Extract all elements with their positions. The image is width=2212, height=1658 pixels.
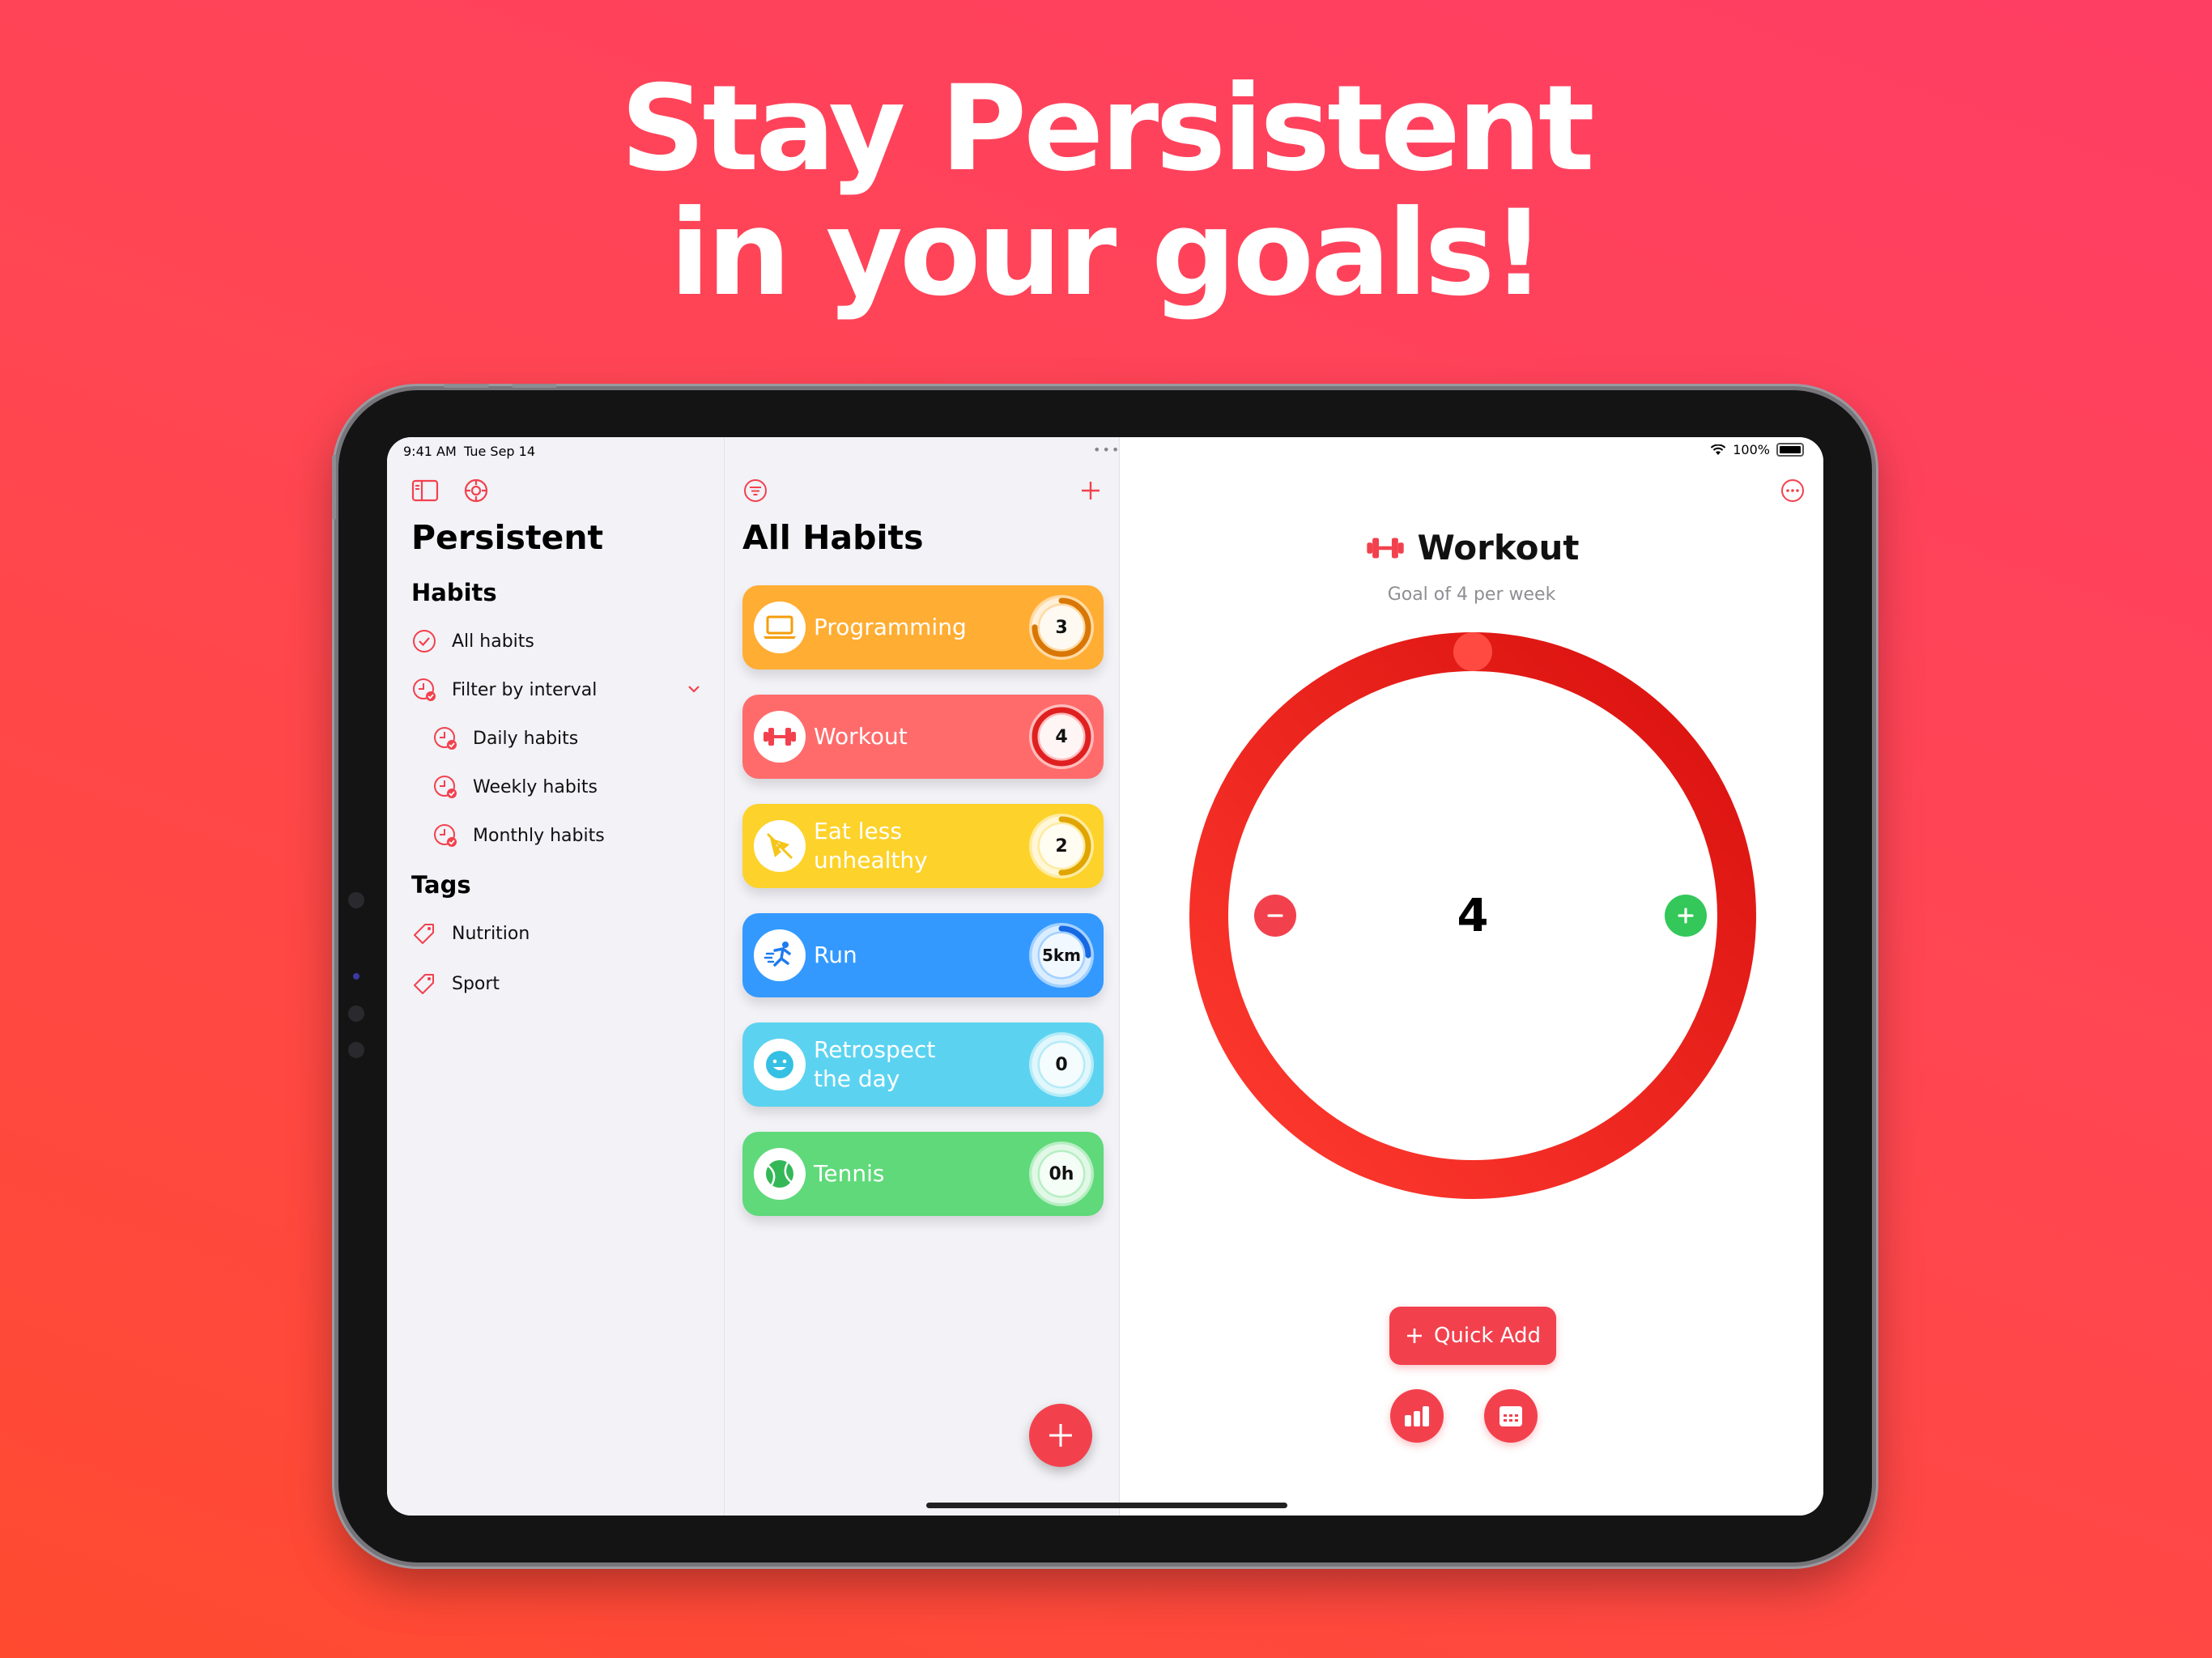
smiley-icon	[754, 1039, 806, 1090]
status-right: 100%	[1710, 442, 1804, 457]
volume-button	[512, 384, 557, 388]
habit-count: 2	[1055, 835, 1068, 857]
status-time: 9:41 AM	[403, 444, 457, 459]
headline: Stay Persistent in your goals!	[0, 66, 2212, 316]
headline-line-2: in your goals!	[670, 185, 1546, 322]
add-habit-icon[interactable]	[1076, 476, 1105, 505]
quick-add-label: Quick Add	[1433, 1324, 1542, 1348]
power-button	[332, 455, 336, 520]
camera-dot	[348, 1005, 364, 1022]
sidebar-tag-label: Sport	[452, 973, 500, 994]
minus-icon	[1267, 914, 1283, 917]
tennis-ball-icon	[754, 1148, 806, 1200]
sidebar-item-label: Daily habits	[473, 728, 579, 749]
calendar-button[interactable]	[1484, 1389, 1538, 1443]
habit-count: 5km	[1041, 946, 1082, 965]
habit-name: Programming	[814, 614, 967, 640]
bar-chart-icon	[1405, 1406, 1429, 1426]
tag-icon	[411, 971, 437, 997]
settings-gear-icon[interactable]	[462, 476, 491, 505]
runner-icon	[754, 929, 806, 981]
sidebar-item-label: Weekly habits	[473, 776, 598, 797]
tag-icon	[411, 920, 437, 946]
status-bar: 9:41 AM Tue Sep 14 ••• 100%	[387, 437, 1823, 463]
filter-icon[interactable]	[741, 476, 770, 505]
habit-card-retrospect-the-day[interactable]: Retrospect the day 0	[742, 1022, 1104, 1107]
habit-name: Retrospect the day	[814, 1036, 936, 1092]
sidebar-tag-label: Nutrition	[452, 923, 530, 944]
habit-name: Workout	[814, 723, 908, 750]
habit-count: 4	[1055, 726, 1068, 747]
add-habit-fab[interactable]	[1029, 1404, 1092, 1467]
tags-section-title: Tags	[411, 871, 471, 899]
app-title: Persistent	[411, 518, 604, 557]
habits-section-title: Habits	[411, 579, 497, 606]
battery-percent: 100%	[1733, 442, 1770, 457]
ipad-frame: 9:41 AM Tue Sep 14 ••• 100% Persistent H…	[332, 384, 1872, 1562]
habit-count: 0	[1055, 1054, 1068, 1075]
sidebar-tag-sport[interactable]: Sport	[411, 971, 500, 997]
chevron-down-icon[interactable]	[685, 680, 703, 703]
decrement-button[interactable]	[1254, 895, 1296, 937]
sidebar-item-monthly-habits[interactable]: Monthly habits	[432, 823, 605, 848]
headline-line-1: Stay Persistent	[620, 60, 1594, 198]
sidebar-item-label: All habits	[452, 631, 534, 652]
habit-name: Run	[814, 942, 857, 968]
detail-goal-subtitle: Goal of 4 per week	[1387, 585, 1556, 605]
plus-icon	[1049, 1424, 1072, 1447]
sidebar: Persistent Habits All habits Filter by i…	[387, 437, 725, 1516]
sidebar-tag-nutrition[interactable]: Nutrition	[411, 920, 530, 946]
habit-name: Tennis	[814, 1160, 885, 1187]
home-indicator	[926, 1503, 1287, 1508]
camera-dot	[348, 1042, 364, 1058]
sidebar-toggle-icon[interactable]	[410, 478, 440, 504]
clock-icon	[432, 774, 458, 800]
habit-card-tennis[interactable]: Tennis 0h	[742, 1132, 1104, 1216]
increment-button[interactable]	[1665, 895, 1707, 937]
dumbbell-icon	[754, 711, 806, 763]
habit-card-workout[interactable]: Workout 4	[742, 695, 1104, 779]
clock-icon	[411, 677, 437, 703]
sidebar-item-weekly-habits[interactable]: Weekly habits	[432, 774, 598, 800]
sidebar-item-filter-by-interval[interactable]: Filter by interval	[411, 677, 703, 703]
habit-card-run[interactable]: Run 5km	[742, 913, 1104, 997]
no-pizza-icon	[754, 820, 806, 872]
sidebar-item-label: Filter by interval	[452, 679, 598, 700]
laptop-icon	[754, 602, 806, 653]
habit-list-panel: All Habits Programming 3 Workout 4 Eat l…	[725, 437, 1120, 1516]
clock-icon	[432, 725, 458, 751]
sidebar-item-daily-habits[interactable]: Daily habits	[432, 725, 578, 751]
habit-card-eat-less-unhealthy[interactable]: Eat less unhealthy 2	[742, 804, 1104, 888]
plus-icon	[1678, 908, 1694, 924]
camera-dot	[348, 892, 364, 908]
detail-title: Workout	[1417, 528, 1580, 568]
habit-detail-panel: Workout Goal of 4 per week 4 Quick Add	[1120, 437, 1823, 1516]
battery-icon	[1776, 443, 1804, 457]
sidebar-item-all-habits[interactable]: All habits	[411, 628, 534, 654]
list-title: All Habits	[742, 518, 924, 557]
more-options-icon[interactable]	[1778, 476, 1807, 505]
sidebar-item-label: Monthly habits	[473, 825, 605, 846]
habit-name: Eat less unhealthy	[814, 818, 928, 874]
multitasking-dots-icon[interactable]: •••	[1093, 442, 1121, 457]
volume-button	[444, 384, 489, 388]
camera-dot	[353, 973, 359, 980]
habit-card-programming[interactable]: Programming 3	[742, 585, 1104, 670]
plus-icon	[1406, 1329, 1422, 1343]
statistics-button[interactable]	[1390, 1389, 1444, 1443]
clock-icon	[432, 823, 458, 848]
quick-add-button[interactable]: Quick Add	[1389, 1307, 1556, 1365]
checkmark-circle-icon	[411, 628, 437, 654]
status-date: Tue Sep 14	[464, 444, 536, 459]
ipad-screen: 9:41 AM Tue Sep 14 ••• 100% Persistent H…	[387, 437, 1823, 1516]
detail-title-row: Workout	[1120, 528, 1823, 568]
habit-count: 0h	[1049, 1163, 1074, 1184]
wifi-icon	[1711, 444, 1726, 455]
calendar-icon	[1499, 1406, 1522, 1426]
habit-count: 3	[1055, 617, 1068, 638]
dumbbell-icon	[1363, 534, 1407, 562]
